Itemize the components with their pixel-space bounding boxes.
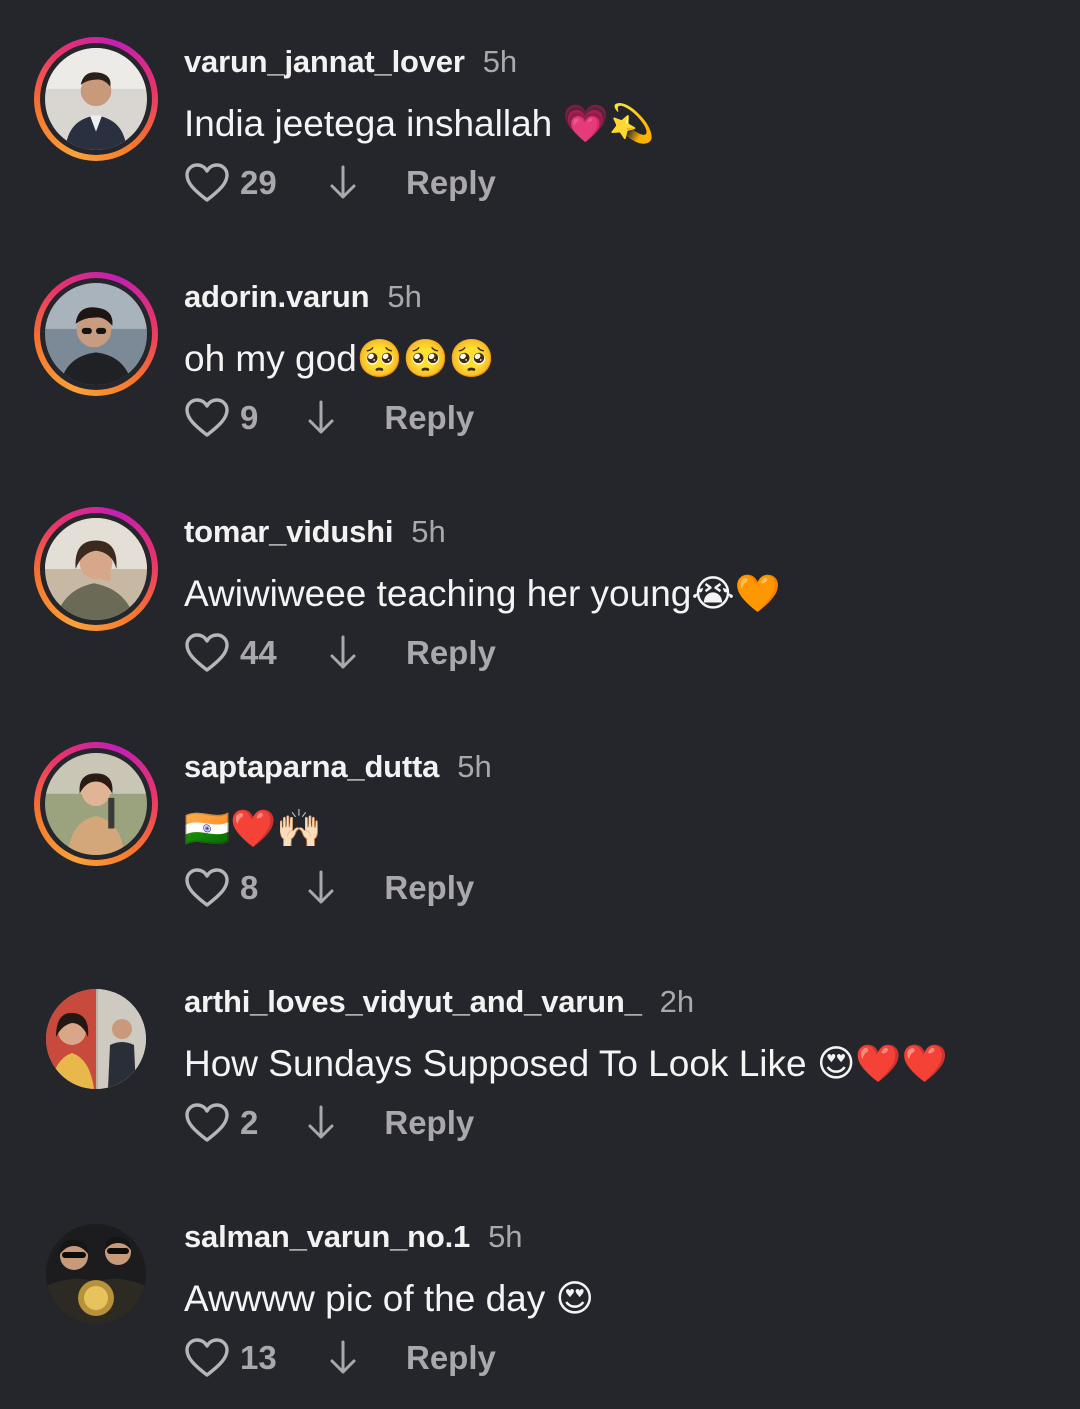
- avatar-photo: [45, 283, 147, 385]
- comment-item: tomar_vidushi 5h Awiwiweee teaching her y…: [0, 470, 1080, 672]
- avatar-container[interactable]: [34, 977, 158, 1101]
- reply-button[interactable]: Reply: [406, 634, 496, 672]
- heart-outline-icon[interactable]: [184, 632, 230, 674]
- heart-outline-icon[interactable]: [184, 867, 230, 909]
- avatar[interactable]: [40, 748, 152, 860]
- avatar-image: [46, 989, 146, 1089]
- avatar-image: [45, 753, 147, 855]
- avatar[interactable]: [40, 43, 152, 155]
- avatar-photo: [46, 989, 146, 1089]
- comment-text: How Sundays Supposed To Look Like 😍❤️❤️: [184, 1043, 948, 1084]
- avatar-image: [46, 1224, 146, 1324]
- timestamp: 5h: [488, 1219, 523, 1254]
- comment-actions: 2 Reply: [184, 1100, 474, 1146]
- comment-actions: 29 Reply: [184, 160, 496, 206]
- arrow-down-icon[interactable]: [306, 1104, 336, 1142]
- timestamp: 5h: [411, 514, 446, 549]
- avatar-image: [45, 48, 147, 150]
- comment-actions: 9 Reply: [184, 395, 474, 441]
- comment-text: Awiwiweee teaching her young😭🧡: [184, 573, 781, 614]
- avatar-photo: [45, 48, 147, 150]
- username[interactable]: varun_jannat_lover: [184, 44, 465, 79]
- heart-outline-icon[interactable]: [184, 162, 230, 204]
- comment-item: adorin.varun 5h oh my god🥺🥺🥺 9 Reply: [0, 235, 1080, 437]
- reply-button[interactable]: Reply: [384, 399, 474, 437]
- avatar[interactable]: [40, 278, 152, 390]
- username[interactable]: adorin.varun: [184, 279, 370, 314]
- comment-header: arthi_loves_vidyut_and_varun_ 2h: [184, 982, 694, 1022]
- arrow-down-icon[interactable]: [306, 399, 336, 437]
- like-count: 13: [240, 1339, 277, 1376]
- avatar-photo: [45, 518, 147, 620]
- comment-text: 🇮🇳❤️🙌🏻: [184, 808, 323, 849]
- reply-button[interactable]: Reply: [406, 1339, 496, 1377]
- reply-button[interactable]: Reply: [384, 869, 474, 907]
- avatar-story-ring[interactable]: [34, 742, 158, 866]
- avatar-image: [45, 518, 147, 620]
- comment-text: Awwww pic of the day 😍: [184, 1278, 595, 1319]
- comment-item: varun_jannat_lover 5h India jeetega insha…: [0, 0, 1080, 202]
- comment-item: saptaparna_dutta 5h 🇮🇳❤️🙌🏻 8 Reply: [0, 705, 1080, 907]
- like-count: 9: [240, 399, 259, 436]
- comment-text: India jeetega inshallah 💗💫: [184, 103, 655, 144]
- heart-outline-icon[interactable]: [184, 397, 230, 439]
- arrow-down-icon[interactable]: [328, 164, 358, 202]
- like-count: 29: [240, 164, 277, 201]
- like-count: 44: [240, 634, 277, 671]
- arrow-down-icon[interactable]: [328, 634, 358, 672]
- timestamp: 5h: [457, 749, 492, 784]
- comment-actions: 8 Reply: [184, 865, 474, 911]
- username[interactable]: saptaparna_dutta: [184, 749, 439, 784]
- comment-item: arthi_loves_vidyut_and_varun_ 2h How Sund…: [0, 940, 1080, 1142]
- comment-actions: 44 Reply: [184, 630, 496, 676]
- avatar-photo: [45, 753, 147, 855]
- like-count: 8: [240, 869, 259, 906]
- reply-button[interactable]: Reply: [406, 164, 496, 202]
- heart-outline-icon[interactable]: [184, 1102, 230, 1144]
- heart-outline-icon[interactable]: [184, 1337, 230, 1379]
- avatar-photo: [46, 1224, 146, 1324]
- comment-header: varun_jannat_lover 5h: [184, 42, 517, 82]
- timestamp: 5h: [482, 44, 518, 79]
- comment-header: saptaparna_dutta 5h: [184, 747, 492, 787]
- comment-header: tomar_vidushi 5h: [184, 512, 446, 552]
- username[interactable]: tomar_vidushi: [184, 514, 393, 549]
- like-count: 2: [240, 1104, 259, 1141]
- comment-item: salman_varun_no.1 5h Awwww pic of the day…: [0, 1175, 1080, 1377]
- avatar-story-ring[interactable]: [34, 507, 158, 631]
- arrow-down-icon[interactable]: [328, 1339, 358, 1377]
- comment-header: adorin.varun 5h: [184, 277, 422, 317]
- avatar-story-ring[interactable]: [34, 272, 158, 396]
- avatar[interactable]: [40, 513, 152, 625]
- avatar[interactable]: [46, 1224, 146, 1324]
- arrow-down-icon[interactable]: [306, 869, 336, 907]
- avatar-container[interactable]: [34, 1212, 158, 1336]
- comment-text: oh my god🥺🥺🥺: [184, 338, 495, 379]
- avatar-story-ring[interactable]: [34, 37, 158, 161]
- comment-header: salman_varun_no.1 5h: [184, 1217, 523, 1257]
- avatar[interactable]: [46, 989, 146, 1089]
- reply-button[interactable]: Reply: [384, 1104, 474, 1142]
- timestamp: 5h: [387, 279, 422, 314]
- username[interactable]: arthi_loves_vidyut_and_varun_: [184, 984, 642, 1019]
- avatar-image: [45, 283, 147, 385]
- comment-actions: 13 Reply: [184, 1335, 496, 1381]
- username[interactable]: salman_varun_no.1: [184, 1219, 470, 1254]
- timestamp: 2h: [659, 984, 695, 1019]
